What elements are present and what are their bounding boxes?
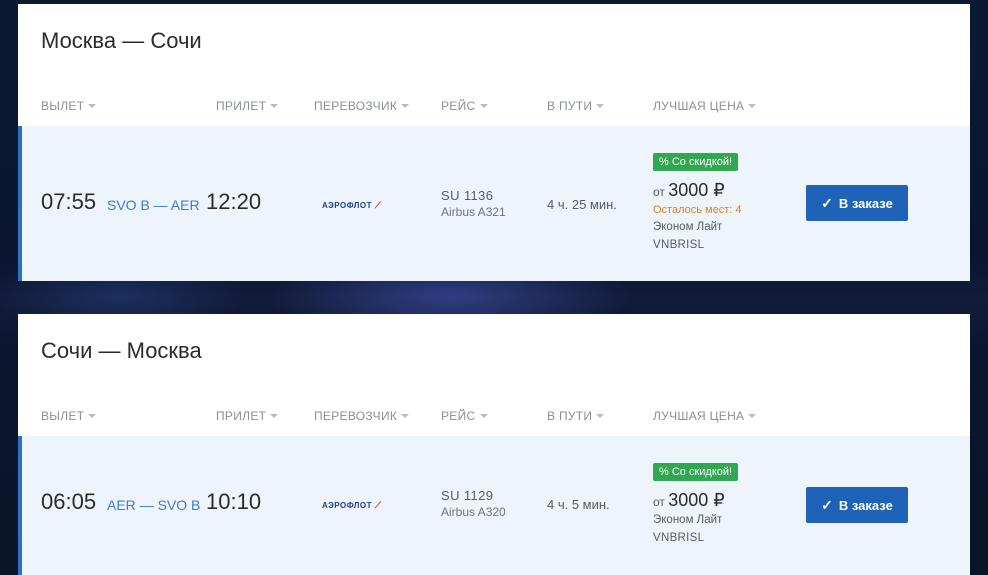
sort-carrier-label: ПЕРЕВОЗЧИК xyxy=(314,409,398,423)
aeroflot-logo: АЭРОФЛОТ ⟋ xyxy=(322,500,382,511)
aeroflot-logo: АЭРОФЛОТ ⟋ xyxy=(322,200,382,211)
discount-badge: % Со скидкой! xyxy=(653,463,739,481)
price-amount: 3000 ₽ xyxy=(668,180,725,200)
caret-down-icon xyxy=(88,414,97,418)
departure-time: 07:55 xyxy=(41,189,97,214)
aeroflot-logo-text: АЭРОФЛОТ xyxy=(322,501,372,510)
sort-departure-label: ВЫЛЕТ xyxy=(41,409,85,423)
sort-duration-label: В ПУТИ xyxy=(547,409,593,423)
sort-carrier[interactable]: ПЕРЕВОЗЧИК xyxy=(314,99,410,113)
arrival-time: 12:20 xyxy=(206,189,262,214)
segment-title: Сочи — Москва xyxy=(41,338,202,363)
price-prefix: от xyxy=(653,185,665,199)
in-order-label: В заказе xyxy=(838,497,893,513)
discount-badge: % Со скидкой! xyxy=(653,153,739,171)
fare-name: Эконом Лайт xyxy=(653,221,723,233)
flight-row[interactable]: 06:05 AER — SVO B 10:10 АЭРОФЛОТ ⟋ SU 11… xyxy=(18,436,970,575)
price-amount: 3000 ₽ xyxy=(668,490,725,510)
in-order-button[interactable]: ✓ В заказе xyxy=(806,185,908,221)
route-airports: AER — SVO B xyxy=(107,497,201,513)
caret-down-icon xyxy=(596,104,605,108)
sort-flight[interactable]: РЕЙС xyxy=(441,409,488,423)
sort-best-price[interactable]: ЛУЧШАЯ ЦЕНА xyxy=(653,409,757,423)
caret-down-icon xyxy=(270,414,279,418)
sort-departure-label: ВЫЛЕТ xyxy=(41,99,85,113)
flight-duration: 4 ч. 25 мин. xyxy=(547,197,617,212)
aircraft-type: Airbus A320 xyxy=(441,505,506,519)
fare-code: VNBRISL xyxy=(653,532,705,544)
price: от 3000 ₽ xyxy=(653,180,725,201)
route-airports: SVO B — AER xyxy=(107,197,200,213)
caret-down-icon xyxy=(479,104,488,108)
sort-flight[interactable]: РЕЙС xyxy=(441,99,488,113)
sort-duration[interactable]: В ПУТИ xyxy=(547,99,605,113)
flight-number: SU 1129 xyxy=(441,488,494,503)
flight-row[interactable]: 07:55 SVO B — AER 12:20 АЭРОФЛОТ ⟋ SU 11… xyxy=(18,126,970,281)
segment-title: Москва — Сочи xyxy=(41,28,202,53)
caret-down-icon xyxy=(748,104,757,108)
aeroflot-logo-text: АЭРОФЛОТ xyxy=(322,201,372,210)
sort-carrier-label: ПЕРЕВОЗЧИК xyxy=(314,99,398,113)
sort-duration[interactable]: В ПУТИ xyxy=(547,409,605,423)
caret-down-icon xyxy=(88,104,97,108)
sort-duration-label: В ПУТИ xyxy=(547,99,593,113)
sort-arrival[interactable]: ПРИЛЕТ xyxy=(216,409,279,423)
sort-best-price[interactable]: ЛУЧШАЯ ЦЕНА xyxy=(653,99,757,113)
seats-left: Осталось мест: 4 xyxy=(653,204,742,216)
aircraft-type: Airbus A321 xyxy=(441,205,506,219)
caret-down-icon xyxy=(596,414,605,418)
check-icon: ✓ xyxy=(821,195,833,211)
in-order-label: В заказе xyxy=(838,195,893,211)
sort-best-price-label: ЛУЧШАЯ ЦЕНА xyxy=(653,409,745,423)
flight-duration: 4 ч. 5 мин. xyxy=(547,497,610,512)
sort-carrier[interactable]: ПЕРЕВОЗЧИК xyxy=(314,409,410,423)
arrival-time: 10:10 xyxy=(206,489,262,514)
caret-down-icon xyxy=(270,104,279,108)
in-order-button[interactable]: ✓ В заказе xyxy=(806,487,908,523)
sort-departure[interactable]: ВЫЛЕТ xyxy=(41,99,97,113)
fare-code: VNBRISL xyxy=(653,239,705,251)
sort-best-price-label: ЛУЧШАЯ ЦЕНА xyxy=(653,99,745,113)
aeroflot-wing-icon: ⟋ xyxy=(374,500,382,510)
flight-number: SU 1136 xyxy=(441,188,494,203)
flight-card-return: Сочи — Москва ВЫЛЕТ ПРИЛЕТ ПЕРЕВОЗЧИК РЕ… xyxy=(18,314,970,575)
sort-flight-label: РЕЙС xyxy=(441,99,476,113)
check-icon: ✓ xyxy=(821,497,833,513)
sort-arrival[interactable]: ПРИЛЕТ xyxy=(216,99,279,113)
sort-departure[interactable]: ВЫЛЕТ xyxy=(41,409,97,423)
caret-down-icon xyxy=(401,104,410,108)
fare-name: Эконом Лайт xyxy=(653,514,723,526)
price: от 3000 ₽ xyxy=(653,490,725,511)
sort-flight-label: РЕЙС xyxy=(441,409,476,423)
departure-time: 06:05 xyxy=(41,489,97,514)
caret-down-icon xyxy=(479,414,488,418)
sort-arrival-label: ПРИЛЕТ xyxy=(216,409,267,423)
aeroflot-wing-icon: ⟋ xyxy=(374,200,382,210)
caret-down-icon xyxy=(401,414,410,418)
price-prefix: от xyxy=(653,495,665,509)
flight-card-outbound: Москва — Сочи ВЫЛЕТ ПРИЛЕТ ПЕРЕВОЗЧИК РЕ… xyxy=(18,4,970,281)
caret-down-icon xyxy=(748,414,757,418)
sort-arrival-label: ПРИЛЕТ xyxy=(216,99,267,113)
